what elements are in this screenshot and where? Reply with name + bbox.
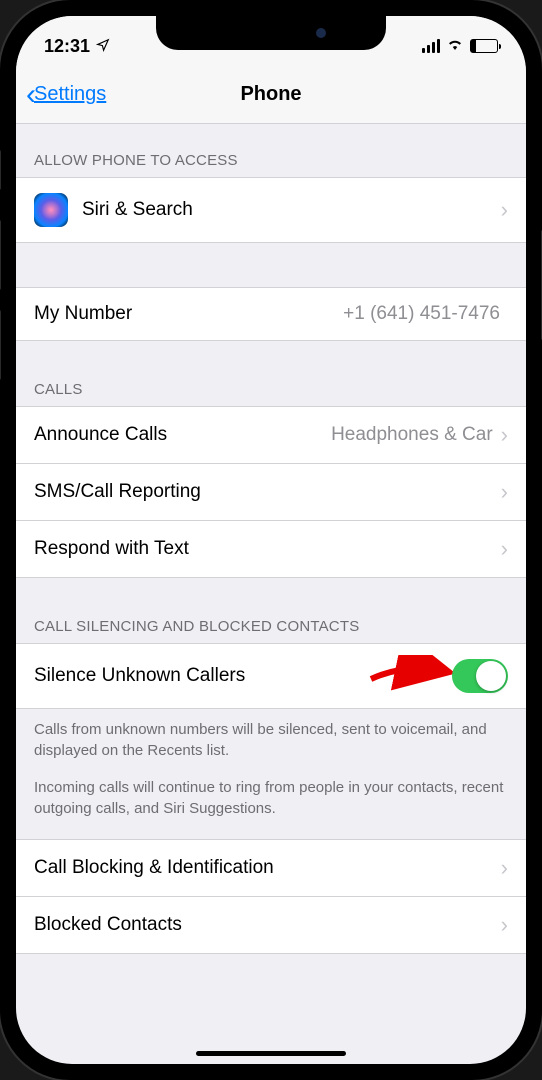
chevron-right-icon: ›: [501, 479, 508, 505]
footer-text-2: Incoming calls will continue to ring fro…: [16, 771, 526, 839]
chevron-right-icon: ›: [501, 912, 508, 938]
chevron-right-icon: ›: [501, 855, 508, 881]
row-respond-text[interactable]: Respond with Text ›: [16, 521, 526, 578]
content: ALLOW PHONE TO ACCESS Siri & Search › My…: [16, 124, 526, 954]
back-label: Settings: [34, 83, 106, 106]
row-sms-reporting[interactable]: SMS/Call Reporting ›: [16, 464, 526, 521]
back-button[interactable]: ‹ Settings: [26, 80, 106, 110]
cellular-signal-icon: [422, 39, 440, 53]
chevron-right-icon: ›: [501, 536, 508, 562]
blocked-label: Blocked Contacts: [34, 914, 501, 936]
mute-switch: [0, 150, 1, 190]
status-time: 12:31: [44, 36, 90, 57]
announce-label: Announce Calls: [34, 424, 331, 446]
chevron-right-icon: ›: [501, 197, 508, 223]
row-my-number[interactable]: My Number +1 (641) 451-7476: [16, 287, 526, 341]
wifi-icon: [446, 37, 464, 56]
page-title: Phone: [240, 83, 301, 106]
row-silence-unknown[interactable]: Silence Unknown Callers: [16, 643, 526, 709]
row-siri-search[interactable]: Siri & Search ›: [16, 177, 526, 243]
nav-bar: ‹ Settings Phone: [16, 66, 526, 124]
notch: [156, 16, 386, 50]
volume-up-button: [0, 220, 1, 290]
volume-down-button: [0, 310, 1, 380]
section-header-access: ALLOW PHONE TO ACCESS: [16, 124, 526, 177]
device-frame: 12:31 ‹ Settings Phone: [0, 0, 542, 1080]
spacer: [16, 243, 526, 287]
silence-label: Silence Unknown Callers: [34, 665, 452, 687]
chevron-right-icon: ›: [501, 422, 508, 448]
announce-value: Headphones & Car: [331, 424, 493, 446]
home-indicator[interactable]: [196, 1051, 346, 1056]
battery-icon: [470, 39, 498, 53]
status-left: 12:31: [44, 36, 110, 57]
section-header-calls: CALLS: [16, 341, 526, 406]
my-number-value: +1 (641) 451-7476: [343, 303, 500, 325]
footer-text-1: Calls from unknown numbers will be silen…: [16, 709, 526, 771]
row-blocked-contacts[interactable]: Blocked Contacts ›: [16, 897, 526, 954]
siri-label: Siri & Search: [82, 199, 501, 221]
sms-label: SMS/Call Reporting: [34, 481, 501, 503]
location-icon: [96, 36, 110, 57]
row-announce-calls[interactable]: Announce Calls Headphones & Car ›: [16, 406, 526, 464]
blocking-label: Call Blocking & Identification: [34, 857, 501, 879]
siri-icon: [34, 193, 68, 227]
status-right: [422, 37, 498, 56]
toggle-knob: [476, 661, 506, 691]
my-number-label: My Number: [34, 303, 343, 325]
row-call-blocking[interactable]: Call Blocking & Identification ›: [16, 839, 526, 897]
screen: 12:31 ‹ Settings Phone: [16, 16, 526, 1064]
section-header-silencing: CALL SILENCING AND BLOCKED CONTACTS: [16, 578, 526, 643]
respond-label: Respond with Text: [34, 538, 501, 560]
silence-toggle[interactable]: [452, 659, 508, 693]
front-camera: [316, 28, 326, 38]
